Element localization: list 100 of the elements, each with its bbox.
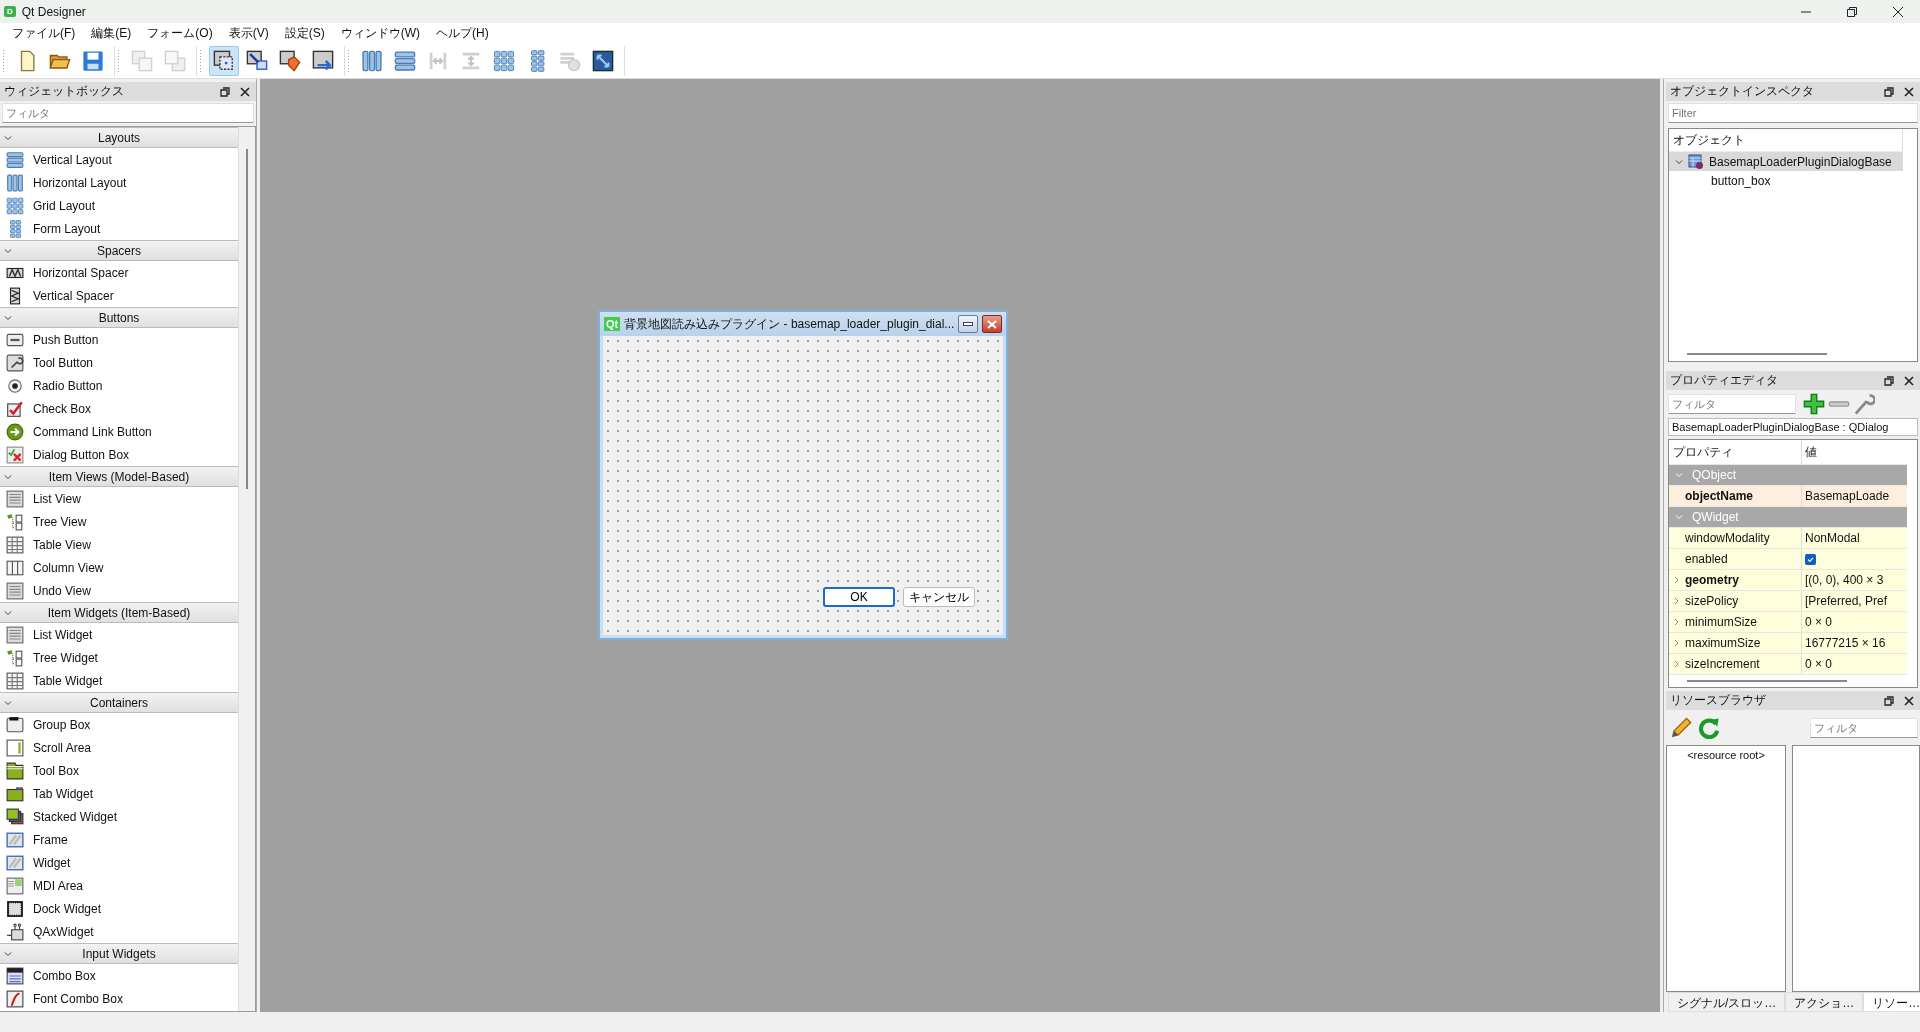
widget-item[interactable]: Group Box <box>33 717 91 732</box>
dock-title: プロパティエディタ <box>1670 372 1778 389</box>
close-icon[interactable] <box>1904 695 1914 706</box>
widget-item[interactable]: Font Combo Box <box>33 991 124 1006</box>
property-row[interactable]: enabled <box>1669 549 1907 570</box>
widget-item[interactable]: Table Widget <box>33 673 103 688</box>
tree-item[interactable]: <resource root> <box>1667 746 1785 761</box>
close-icon[interactable] <box>1904 86 1914 97</box>
chevron-icon[interactable] <box>1673 597 1680 605</box>
widget-item[interactable]: Frame <box>33 832 68 847</box>
widget-item[interactable]: Combo Box <box>33 968 96 983</box>
menu-item[interactable]: フォーム(O) <box>139 25 221 42</box>
widget-item[interactable]: Dock Widget <box>33 901 102 916</box>
filter-field[interactable]: Filter <box>1668 103 1918 123</box>
close-icon[interactable] <box>1892 5 1904 18</box>
widget-item[interactable]: List Widget <box>33 627 93 642</box>
checkbox-icon <box>6 399 24 418</box>
widget-item[interactable]: Tool Button <box>33 355 94 370</box>
checkbox[interactable] <box>1805 553 1816 565</box>
category-header[interactable]: Input Widgets <box>0 943 238 964</box>
tree-row[interactable]: button_box <box>1669 171 1917 190</box>
category-header[interactable]: Item Views (Model-Based) <box>0 466 238 487</box>
close-icon <box>986 319 997 329</box>
menu-item[interactable]: 表示(V) <box>220 25 277 42</box>
widget-item[interactable]: Table View <box>33 537 91 552</box>
dialog-button[interactable]: キャンセル <box>903 587 975 607</box>
widget-item[interactable]: Undo View <box>33 583 91 598</box>
property-row[interactable]: sizeIncrement 0 × 0 <box>1669 654 1907 675</box>
widget-item[interactable]: Radio Button <box>33 378 103 393</box>
menu-item[interactable]: 編集(E) <box>83 25 140 42</box>
widget-item[interactable]: Stacked Widget <box>33 809 118 824</box>
tree-row[interactable]: BasemapLoaderPluginDialogBase <box>1669 152 1903 171</box>
float-icon[interactable] <box>1884 375 1894 386</box>
plus-icon[interactable] <box>1803 393 1825 415</box>
widget-item[interactable]: Grid Layout <box>33 198 96 213</box>
widget-item[interactable]: QAxWidget <box>33 924 94 939</box>
widget-item[interactable]: MDI Area <box>33 878 83 893</box>
property-row[interactable]: geometry [(0, 0), 400 × 3 <box>1669 570 1907 591</box>
category-header[interactable]: Item Widgets (Item-Based) <box>0 602 238 623</box>
close-icon[interactable] <box>1904 375 1914 386</box>
menu-item[interactable]: ヘルプ(H) <box>428 25 497 42</box>
chevron-icon[interactable] <box>1673 576 1680 584</box>
form-window[interactable]: Qt 背景地図読み込みプラグイン - basemap_loader_plugin_dial... OK キャンセル <box>598 310 1008 640</box>
filter-field[interactable]: フィルタ <box>1810 717 1918 738</box>
dock-tab[interactable]: シグナル/スロッ… <box>1668 992 1786 1012</box>
widget-item[interactable]: Tool Box <box>33 763 80 778</box>
widget-item[interactable]: Scroll Area <box>33 740 92 755</box>
widget-item[interactable]: Form Layout <box>33 221 101 236</box>
property-row[interactable]: sizePolicy [Preferred, Pref <box>1669 591 1907 612</box>
menu-item[interactable]: ウィンドウ(W) <box>332 25 428 42</box>
property-row[interactable]: maximumSize 16777215 × 16 <box>1669 633 1907 654</box>
category-header[interactable]: Layouts <box>0 127 238 148</box>
menu-item[interactable]: 設定(S) <box>276 25 333 42</box>
dock-tab[interactable]: リソー… <box>1863 992 1920 1012</box>
refresh-icon[interactable] <box>1698 717 1720 739</box>
widget-item[interactable]: Command Link Button <box>33 424 152 439</box>
close-icon[interactable] <box>240 86 250 97</box>
property-row[interactable]: windowModality NonModal <box>1669 528 1907 549</box>
property-value: [(0, 0), 400 × 3 <box>1805 573 1884 587</box>
scrollbar[interactable] <box>1687 680 1847 682</box>
scrollbar[interactable] <box>246 149 248 489</box>
menu-item[interactable]: ファイル(F) <box>4 25 84 42</box>
float-icon[interactable] <box>1884 86 1894 97</box>
radio-icon <box>6 376 24 395</box>
property-row[interactable]: minimumSize 0 × 0 <box>1669 612 1907 633</box>
filter-field[interactable]: フィルタ <box>2 103 254 123</box>
widget-item[interactable]: Push Button <box>33 332 99 347</box>
restore-icon[interactable] <box>1846 5 1858 18</box>
filter-field[interactable]: フィルタ <box>1668 394 1796 414</box>
widget-item[interactable]: Tab Widget <box>33 786 94 801</box>
dock-tab[interactable]: アクショ… <box>1785 992 1864 1012</box>
chevron-icon[interactable] <box>1673 660 1680 668</box>
wrench-icon[interactable] <box>1853 393 1875 415</box>
dialog-button[interactable]: OK <box>823 587 895 607</box>
close-button[interactable] <box>981 315 1002 333</box>
widget-item[interactable]: Vertical Spacer <box>33 288 114 303</box>
chevron-icon[interactable] <box>1673 618 1680 626</box>
widget-item[interactable]: Column View <box>33 560 104 575</box>
property-row[interactable]: objectName BasemapLoade <box>1669 486 1907 507</box>
widget-item[interactable]: Dialog Button Box <box>33 447 130 462</box>
float-icon[interactable] <box>220 86 230 97</box>
float-icon[interactable] <box>1884 695 1894 706</box>
widget-item[interactable]: Widget <box>33 855 71 870</box>
widget-item[interactable]: Horizontal Layout <box>33 175 127 190</box>
category-header[interactable]: Containers <box>0 692 238 713</box>
category-header[interactable]: Buttons <box>0 307 238 328</box>
widget-item[interactable]: Vertical Layout <box>33 152 112 167</box>
minimize-button[interactable] <box>958 315 978 333</box>
tool-button[interactable] <box>209 46 239 76</box>
font-icon <box>6 989 24 1008</box>
chevron-icon[interactable] <box>1673 639 1680 647</box>
rows-icon <box>394 50 416 72</box>
pencil-icon[interactable] <box>1670 717 1692 739</box>
scrollbar[interactable] <box>1687 353 1827 355</box>
widget-item[interactable]: List View <box>33 491 81 506</box>
widget-item[interactable]: Horizontal Spacer <box>33 265 129 280</box>
widget-item[interactable]: Tree Widget <box>33 650 98 665</box>
widget-item[interactable]: Check Box <box>33 401 92 416</box>
widget-item[interactable]: Tree View <box>33 514 87 529</box>
category-header[interactable]: Spacers <box>0 240 238 261</box>
